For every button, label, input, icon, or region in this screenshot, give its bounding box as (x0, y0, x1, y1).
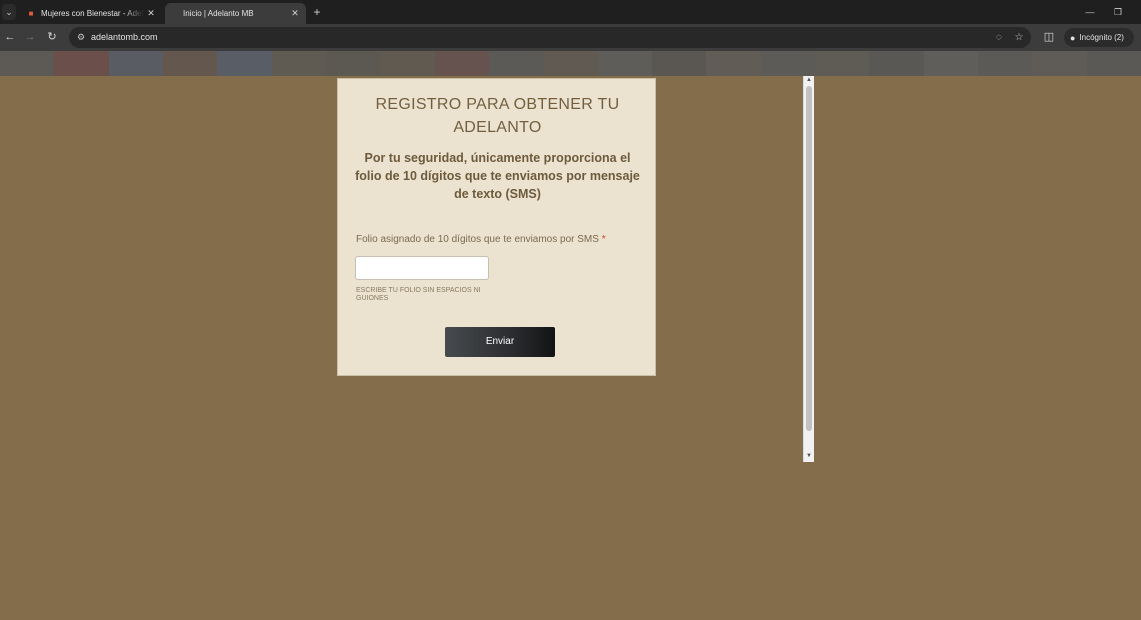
scroll-up-icon[interactable]: ▲ (804, 76, 814, 85)
tune-icon[interactable]: ⚙ (75, 31, 87, 43)
registration-form: REGISTRO PARA OBTENER TU ADELANTO Por tu… (337, 78, 656, 376)
form-scrollbar[interactable]: ▲ ▼ (803, 76, 814, 462)
reload-icon[interactable]: ↻ (44, 29, 60, 45)
site-favicon-icon: ■ (28, 9, 34, 18)
folio-field-label: Folio asignado de 10 dígitos que te envi… (356, 234, 606, 245)
eye-off-icon[interactable]: ◌ (992, 31, 1006, 45)
incognito-label: Incógnito (2) (1079, 33, 1124, 42)
tab-mujeres-con-bienestar[interactable]: ■ Mujeres con Bienestar - Adelanto ✕ (18, 3, 162, 24)
form-title: REGISTRO PARA OBTENER TU ADELANTO (375, 96, 620, 136)
site-header-blurred (0, 51, 1141, 76)
url-text[interactable]: adelantomb.com (91, 27, 158, 48)
incognito-badge[interactable]: ● Incógnito (2) (1064, 28, 1134, 47)
plus-icon[interactable]: + (310, 4, 324, 20)
required-mark: * (601, 234, 606, 245)
tab-strip: ⌄ ■ Mujeres con Bienestar - Adelanto ✕ I… (0, 0, 1141, 24)
chevron-down-icon[interactable]: ⌄ (2, 4, 16, 20)
folio-label-text: Folio asignado de 10 dígitos que te envi… (356, 234, 599, 245)
close-icon[interactable]: ✕ (288, 8, 302, 19)
browser-toolbar: ← → ↻ ⚙ adelantomb.com ◌ ☆ ◫ ● Incógnito… (0, 24, 1141, 51)
address-bar[interactable]: ⚙ adelantomb.com ◌ ☆ (69, 27, 1031, 48)
scroll-thumb[interactable] (806, 86, 812, 431)
restore-icon[interactable]: ❐ (1106, 4, 1130, 20)
tab-title: Mujeres con Bienestar - Adelanto (41, 9, 144, 18)
scroll-down-icon[interactable]: ▼ (804, 452, 814, 461)
tab-inicio-adelanto[interactable]: Inicio | Adelanto MB ✕ (165, 3, 306, 24)
star-icon[interactable]: ☆ (1012, 31, 1026, 45)
arrow-right-icon[interactable]: → (22, 29, 38, 45)
side-panel-icon[interactable]: ◫ (1041, 29, 1057, 45)
folio-input[interactable] (355, 256, 489, 280)
tab-title: Inicio | Adelanto MB (183, 9, 254, 18)
folio-helper-text: ESCRIBE TU FOLIO SIN ESPACIOS NI GUIONES (356, 287, 481, 302)
submit-button[interactable]: Enviar (445, 327, 555, 357)
arrow-left-icon[interactable]: ← (2, 29, 18, 45)
incognito-icon: ● (1070, 32, 1076, 43)
close-icon[interactable]: ✕ (144, 8, 158, 19)
form-subtitle: Por tu seguridad, únicamente proporciona… (355, 151, 640, 201)
minimize-icon[interactable]: — (1078, 4, 1102, 20)
